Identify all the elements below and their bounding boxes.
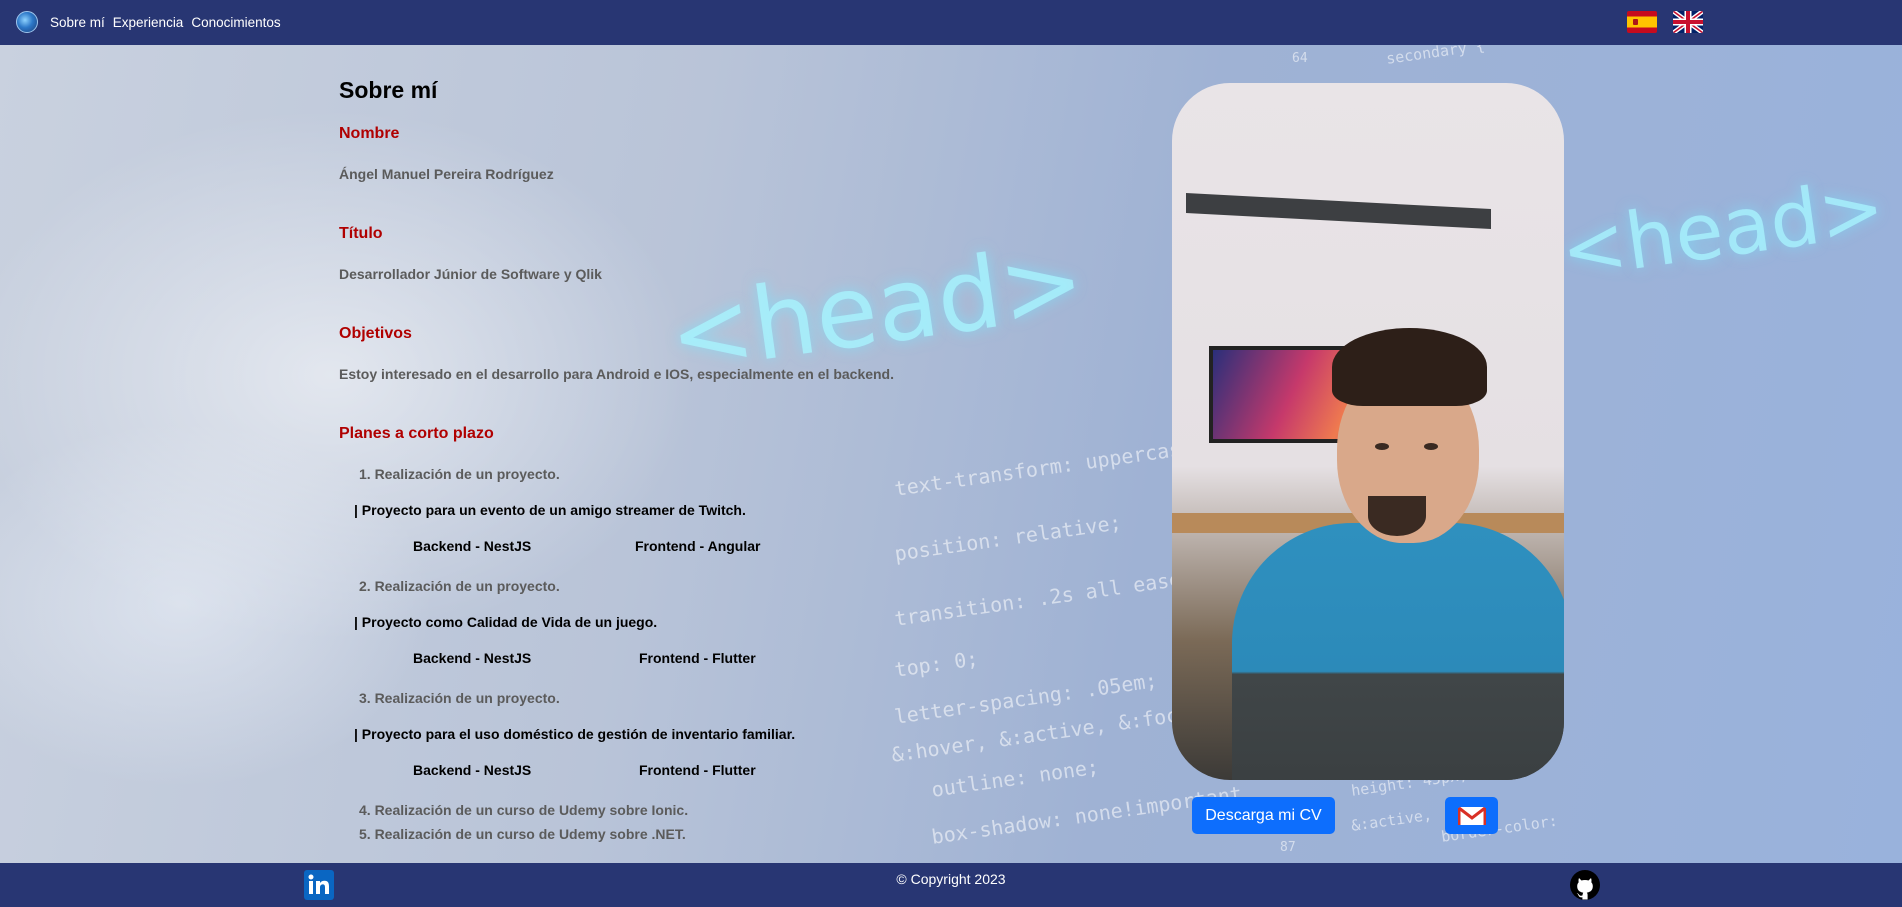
background-code-line: top: 0; [893,646,980,682]
plan-description: | Proyecto para el uso doméstico de gest… [354,726,796,742]
background-code-line: position: relative; [893,510,1123,566]
background-code-line: 64 [1292,51,1308,66]
background-code-line: text-transform: uppercase; [893,433,1207,501]
spain-flag-icon[interactable] [1627,11,1657,33]
nav-link-knowledge[interactable]: Conocimientos [191,15,280,30]
plan-frontend: Frontend - Angular [635,538,761,554]
mail-button[interactable] [1445,797,1498,834]
plan-item: 1. Realización de un proyecto. [359,466,560,482]
background-code-line: &:active, [1350,805,1433,835]
photo-person-beard [1368,496,1426,536]
job-title-label: Título [339,225,383,242]
uk-flag-icon[interactable] [1673,11,1703,33]
photo-shelf [1186,193,1491,229]
plan-item: 4. Realización de un curso de Udemy sobr… [359,802,689,818]
profile-photo [1172,83,1564,780]
nav-link-experience[interactable]: Experiencia [113,15,184,30]
photo-person-eye [1424,443,1438,450]
plans-label: Planes a corto plazo [339,425,494,442]
copyright-text: © Copyright 2023 [896,871,1006,887]
plan-frontend: Frontend - Flutter [639,762,756,778]
background-head-text-right: <head> [1555,162,1891,298]
plan-description: | Proyecto como Calidad de Vida de un ju… [354,614,658,630]
nav-link-about[interactable]: Sobre mí [50,15,105,30]
job-title-value: Desarrollador Júnior de Software y Qlik [339,266,602,282]
background-code-line: 87 [1280,840,1296,855]
plan-item: 5. Realización de un curso de Udemy sobr… [359,826,686,842]
photo-person-hair [1332,328,1487,406]
goals-value: Estoy interesado en el desarrollo para A… [339,366,895,382]
github-icon[interactable] [1569,869,1601,901]
background-code-line: outline: none; [930,754,1101,802]
plan-item: 2. Realización de un proyecto. [359,578,560,594]
plan-item: 3. Realización de un proyecto. [359,690,560,706]
gmail-icon [1457,806,1486,825]
plan-description: | Proyecto para un evento de un amigo st… [354,502,746,518]
navbar: Sobre mí Experiencia Conocimientos [0,0,1902,45]
plan-backend: Backend - NestJS [413,762,532,778]
photo-person-eye [1375,443,1389,450]
nav-links: Sobre mí Experiencia Conocimientos [50,0,281,45]
plan-backend: Backend - NestJS [413,650,532,666]
plan-backend: Backend - NestJS [413,538,532,554]
globe-logo-icon[interactable] [16,11,38,33]
name-label: Nombre [339,125,400,142]
page-title: Sobre mí [339,77,438,103]
goals-label: Objetivos [339,325,412,342]
photo-person-body [1232,523,1564,780]
hero-background: <head> <head> secondary { 64 text-transf… [0,45,1902,863]
name-value: Ángel Manuel Pereira Rodríguez [339,166,554,182]
download-cv-button[interactable]: Descarga mi CV [1192,797,1335,834]
footer: © Copyright 2023 [0,863,1902,907]
background-code-line: transition: .2s all ease-in [893,561,1219,631]
plan-frontend: Frontend - Flutter [639,650,756,666]
background-code-line: secondary { [1385,45,1486,68]
